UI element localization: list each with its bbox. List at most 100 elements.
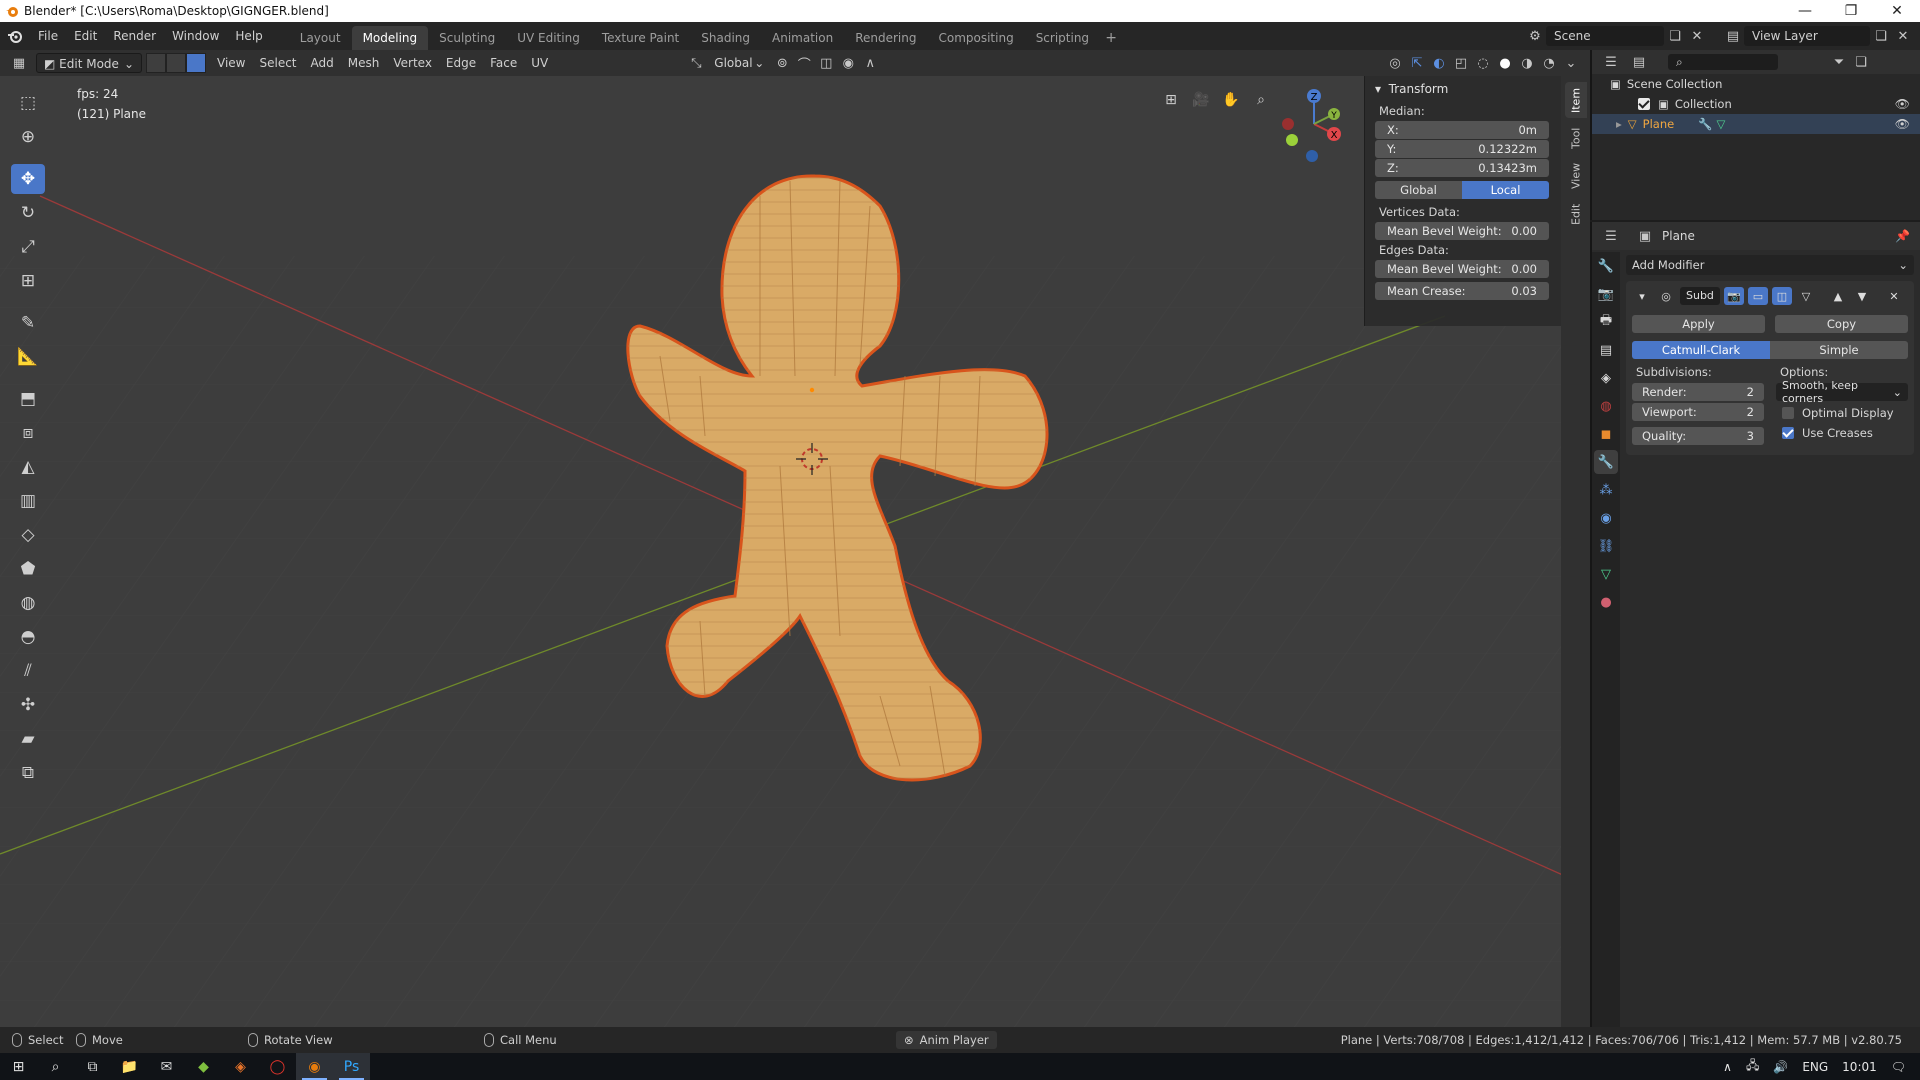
particles-tab-icon[interactable]: ⁂ <box>1594 478 1618 502</box>
on-cage-icon[interactable]: ▽ <box>1796 287 1816 305</box>
search-icon[interactable]: ⌕ <box>37 1053 74 1080</box>
modifier-name-field[interactable]: Subd <box>1680 287 1720 305</box>
tab-compositing[interactable]: Compositing <box>927 26 1024 50</box>
material-shading-icon[interactable]: ◑ <box>1516 53 1538 73</box>
collection-checkbox[interactable] <box>1638 98 1650 110</box>
falloff-icon[interactable]: ∧ <box>859 53 881 73</box>
menu-help[interactable]: Help <box>227 25 270 47</box>
median-y-field[interactable]: Y: 0.12322m <box>1375 140 1549 158</box>
edge-bevel-weight-field[interactable]: Mean Bevel Weight: 0.00 <box>1375 260 1549 278</box>
mesh-data-icon[interactable]: ▽ <box>1717 117 1726 131</box>
menu-edge[interactable]: Edge <box>439 53 483 73</box>
menu-mesh[interactable]: Mesh <box>341 53 387 73</box>
shrink-fatten-tool-icon[interactable]: ✣ <box>11 690 45 720</box>
cancel-job-icon[interactable]: ⊗ <box>904 1033 914 1047</box>
annotate-tool-icon[interactable]: ✎ <box>11 308 45 338</box>
toggle-view-icon[interactable]: ⊞ <box>1158 87 1184 113</box>
blender-taskbar-icon[interactable]: ◉ <box>296 1053 333 1080</box>
app-orange-icon[interactable]: ◈ <box>222 1053 259 1080</box>
poly-build-tool-icon[interactable]: ⬟ <box>11 554 45 584</box>
neg-y-axis-icon[interactable] <box>1286 134 1298 146</box>
new-collection-icon[interactable]: ❏ <box>1850 52 1872 72</box>
3d-viewport[interactable]: fps: 24 (121) Plane ⬚ ⊕ ✥ ↻ ⤢ ⊞ ✎ 📐 ⬒ ⧈ … <box>0 76 1590 1027</box>
local-space-button[interactable]: Local <box>1462 181 1549 199</box>
close-button[interactable]: ✕ <box>1874 0 1920 22</box>
scene-name-field[interactable]: Scene <box>1546 26 1664 46</box>
collection-visibility-icon[interactable]: 👁 <box>1895 97 1910 111</box>
extrude-tool-icon[interactable]: ⬒ <box>11 384 45 414</box>
zoom-view-icon[interactable]: ⌕ <box>1248 87 1274 113</box>
move-down-icon[interactable]: ▼ <box>1852 287 1872 305</box>
notifications-icon[interactable]: 🗨 <box>1891 1060 1906 1074</box>
modifier-wrench-icon[interactable]: 🔧 <box>1698 117 1712 131</box>
maximize-button[interactable]: ❐ <box>1828 0 1874 22</box>
tool-tab-icon[interactable]: 🔧 <box>1594 254 1618 278</box>
physics-tab-icon[interactable]: ◉ <box>1594 506 1618 530</box>
outliner-scene-collection[interactable]: ▣ Scene Collection <box>1592 74 1920 94</box>
solid-shading-icon[interactable]: ● <box>1494 53 1516 73</box>
snap-target-icon[interactable]: ◫ <box>815 53 837 73</box>
edge-slide-tool-icon[interactable]: ⫽ <box>11 656 45 686</box>
filter-icon[interactable]: ⏷ <box>1828 52 1850 72</box>
shear-tool-icon[interactable]: ▰ <box>11 724 45 754</box>
wireframe-shading-icon[interactable]: ◌ <box>1472 53 1494 73</box>
clock[interactable]: 10:01 <box>1842 1060 1877 1074</box>
measure-tool-icon[interactable]: 📐 <box>11 342 45 372</box>
menu-render[interactable]: Render <box>105 25 164 47</box>
tab-modeling[interactable]: Modeling <box>351 26 429 50</box>
world-tab-icon[interactable]: ◍ <box>1594 394 1618 418</box>
properties-editor-icon[interactable]: ☰ <box>1600 226 1622 246</box>
proportional-edit-icon[interactable]: ◉ <box>837 53 859 73</box>
editor-type-icon[interactable]: ▦ <box>8 53 30 73</box>
tab-shading[interactable]: Shading <box>690 26 761 50</box>
uv-smooth-dropdown[interactable]: Smooth, keep corners ⌄ <box>1776 379 1908 405</box>
visibility-icon[interactable]: ◎ <box>1384 53 1406 73</box>
face-select-button[interactable] <box>186 53 206 73</box>
tab-view[interactable]: View <box>1565 158 1587 194</box>
collapse-arrow-icon[interactable]: ▾ <box>1632 287 1652 305</box>
tab-sculpting[interactable]: Sculpting <box>428 26 506 50</box>
render-tab-icon[interactable]: 📷 <box>1594 282 1618 306</box>
menu-file[interactable]: File <box>30 25 66 47</box>
menu-edit[interactable]: Edit <box>66 25 105 47</box>
use-creases-checkbox[interactable] <box>1782 427 1794 439</box>
use-creases-row[interactable]: Use Creases <box>1776 423 1908 443</box>
show-hidden-icons-icon[interactable]: ∧ <box>1723 1060 1732 1074</box>
scale-tool-icon[interactable]: ⤢ <box>11 232 45 262</box>
xray-icon[interactable]: ◰ <box>1450 53 1472 73</box>
rip-region-tool-icon[interactable]: ⧉ <box>11 758 45 788</box>
display-mode-icon[interactable]: ▤ <box>1628 52 1650 72</box>
show-in-viewport-icon[interactable]: ▭ <box>1747 287 1768 305</box>
edge-select-button[interactable] <box>166 53 186 73</box>
expand-arrow-icon[interactable]: ▸ <box>1616 117 1622 131</box>
loop-cut-tool-icon[interactable]: ▥ <box>11 486 45 516</box>
catmull-clark-button[interactable]: Catmull-Clark <box>1632 341 1770 359</box>
anim-player-job[interactable]: ⊗ Anim Player <box>896 1031 997 1049</box>
rendered-shading-icon[interactable]: ◔ <box>1538 53 1560 73</box>
copy-button[interactable]: Copy <box>1775 315 1908 333</box>
outliner-collection[interactable]: ▣ Collection 👁 <box>1592 94 1920 114</box>
median-x-field[interactable]: X: 0m <box>1375 121 1549 139</box>
optimal-display-row[interactable]: Optimal Display <box>1776 403 1908 423</box>
orientation-dropdown[interactable]: Global ⌄ <box>707 53 771 73</box>
view-layer-field[interactable]: View Layer <box>1744 26 1870 46</box>
select-box-tool-icon[interactable]: ⬚ <box>11 88 45 118</box>
pivot-point-icon[interactable]: ⊚ <box>771 53 793 73</box>
delete-view-layer-icon[interactable]: ✕ <box>1892 26 1914 46</box>
tab-rendering[interactable]: Rendering <box>844 26 927 50</box>
global-space-button[interactable]: Global <box>1375 181 1462 199</box>
object-tab-icon[interactable]: ◼ <box>1594 422 1618 446</box>
windows-start-icon[interactable]: ⊞ <box>0 1053 37 1080</box>
scene-selector[interactable]: ⚙ Scene ❏ ✕ <box>1524 25 1708 47</box>
remove-modifier-icon[interactable]: ✕ <box>1884 287 1904 305</box>
tab-tool[interactable]: Tool <box>1565 122 1587 154</box>
neg-z-axis-icon[interactable] <box>1306 150 1318 162</box>
move-tool-icon[interactable]: ✥ <box>11 164 45 194</box>
quality-field[interactable]: Quality: 3 <box>1632 427 1764 445</box>
tab-texture-paint[interactable]: Texture Paint <box>591 26 690 50</box>
vertex-select-button[interactable] <box>146 53 166 73</box>
add-workspace-button[interactable]: + <box>1100 26 1122 50</box>
language-indicator[interactable]: ENG <box>1802 1060 1828 1074</box>
tab-layout[interactable]: Layout <box>289 26 352 50</box>
transform-tool-icon[interactable]: ⊞ <box>11 266 45 296</box>
